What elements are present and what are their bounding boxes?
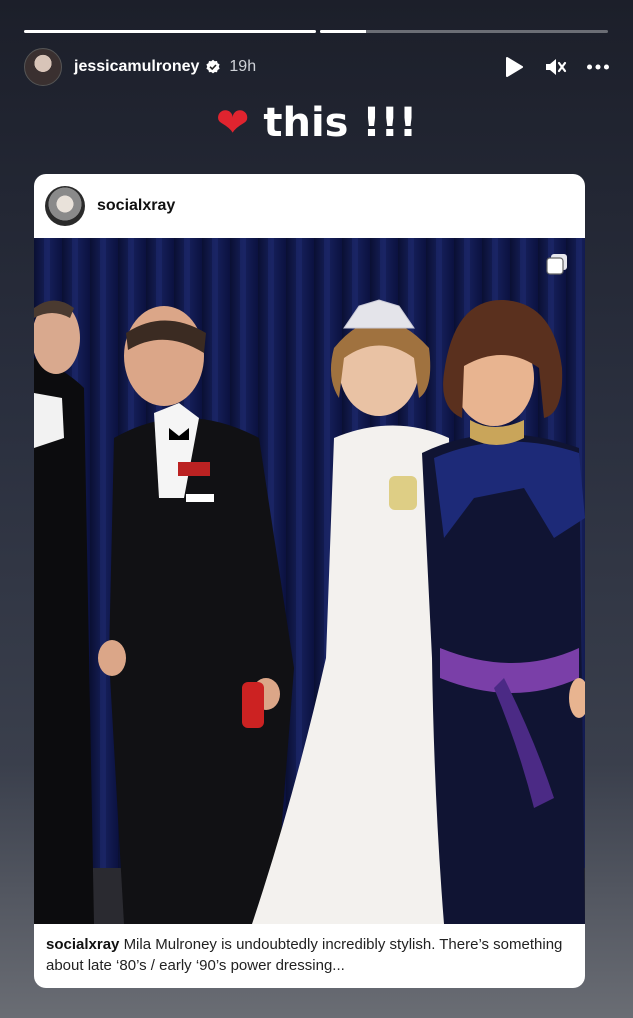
play-button[interactable] <box>503 56 525 78</box>
post-photo[interactable] <box>34 238 585 924</box>
mute-button[interactable] <box>545 56 567 78</box>
story-header: jessicamulroney 19h <box>24 48 609 86</box>
heart-emoji-icon: ❤ <box>215 100 250 146</box>
progress-segment-2 <box>320 30 608 33</box>
story-progress-bar <box>24 30 608 33</box>
avatar[interactable] <box>24 48 62 86</box>
post-caption: socialxray Mila Mulroney is undoubtedly … <box>46 934 575 976</box>
verified-badge-icon <box>206 59 221 74</box>
story-timestamp: 19h <box>229 58 257 75</box>
story-text: this !!! <box>263 100 418 146</box>
post-avatar[interactable] <box>45 186 85 226</box>
mute-icon <box>546 59 567 75</box>
more-options-button[interactable] <box>587 56 609 78</box>
more-icon <box>587 64 609 70</box>
story-username[interactable]: jessicamulroney <box>74 58 199 76</box>
post-photo-illustration <box>34 238 585 924</box>
play-icon <box>506 57 523 77</box>
shared-post-card[interactable]: socialxray socialxray Mila Mulroney is u… <box>34 174 585 988</box>
progress-segment-1 <box>24 30 316 33</box>
post-header: socialxray <box>34 174 585 239</box>
caption-text: Mila Mulroney is undoubtedly incredibly … <box>46 936 563 974</box>
story-controls <box>503 56 609 78</box>
story-text-overlay: ❤ this !!! <box>0 100 633 146</box>
multi-image-icon <box>546 254 567 275</box>
caption-username[interactable]: socialxray <box>46 936 119 953</box>
post-username[interactable]: socialxray <box>97 197 175 215</box>
